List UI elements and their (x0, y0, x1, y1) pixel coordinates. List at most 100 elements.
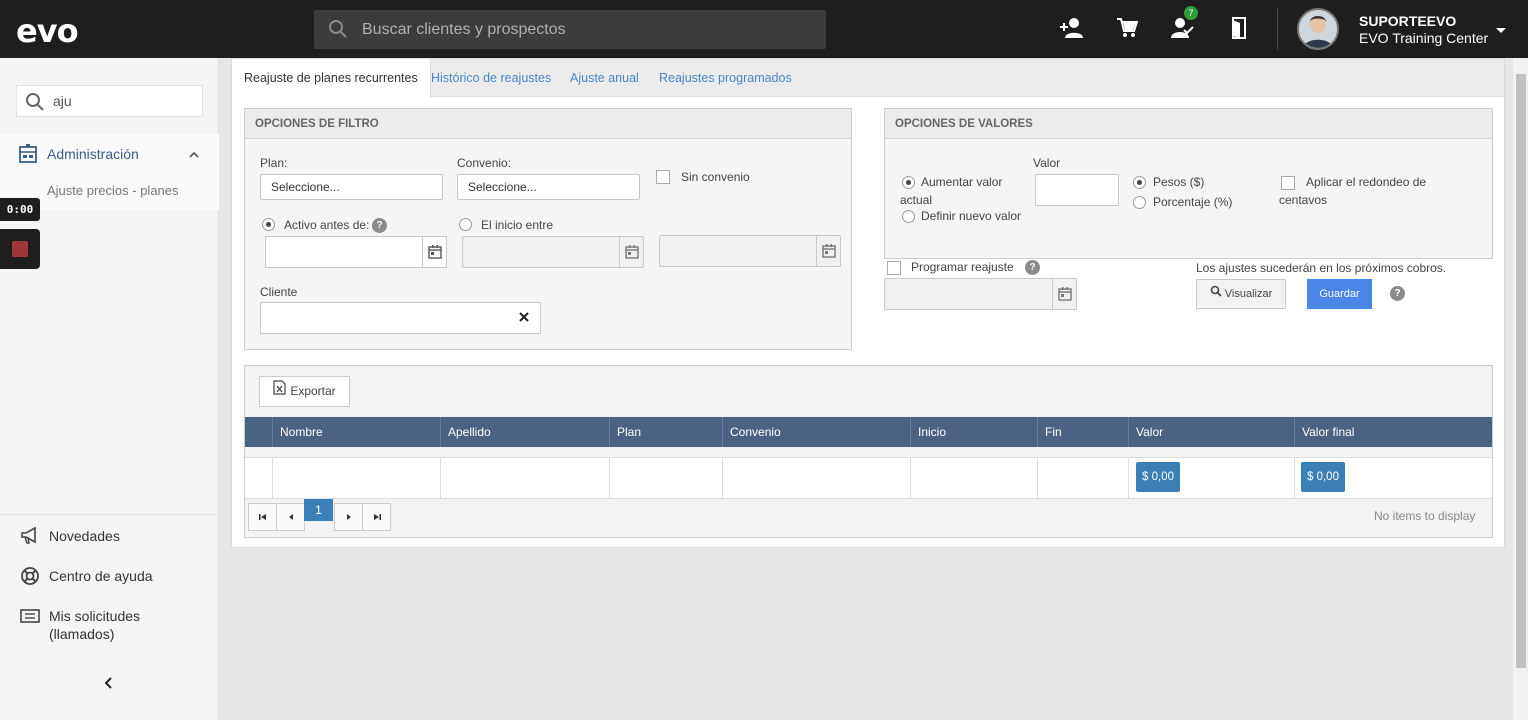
column-header[interactable]: Nombre (272, 417, 440, 447)
porcentaje-radio[interactable] (1133, 196, 1146, 209)
tab-historico-reajustes[interactable]: Histórico de reajustes (419, 59, 563, 97)
activo-antes-radio[interactable] (262, 218, 275, 231)
grid-cell (440, 458, 441, 498)
excel-icon (273, 377, 286, 406)
tab-ajuste-anual[interactable]: Ajuste anual (558, 59, 651, 97)
search-icon (1210, 280, 1222, 308)
chevron-down-icon[interactable] (1495, 24, 1507, 38)
column-header[interactable]: Valor (1128, 417, 1294, 447)
values-panel: OPCIONES DE VALORES Valor Aumentar valor… (884, 108, 1493, 259)
redondeo-checkbox[interactable] (1281, 176, 1295, 190)
chevron-up-icon[interactable] (188, 148, 200, 162)
page-number[interactable]: 1 (304, 499, 333, 521)
help-icon[interactable]: ? (1390, 286, 1405, 301)
sidebar-bottom: Novedades Centro de ayuda Mis solicitude… (0, 514, 219, 642)
grid-cell (910, 458, 911, 498)
grid-cell (609, 458, 610, 498)
sidebar-item-label[interactable]: Administración (47, 146, 139, 162)
inicio-entre-label: El inicio entre (481, 218, 554, 232)
user-check-icon[interactable] (1171, 17, 1195, 42)
visualizar-button[interactable]: Visualizar (1196, 279, 1286, 309)
calendar-icon[interactable] (619, 237, 643, 267)
pesos-radio[interactable] (1133, 176, 1146, 189)
notification-badge: 7 (1184, 6, 1198, 20)
grid-cell (1294, 458, 1295, 498)
help-icon[interactable]: ? (1025, 260, 1040, 275)
sidebar-subitem-ajuste-precios[interactable]: Ajuste precios - planes (47, 183, 179, 198)
ajustes-info-text: Los ajustes sucederán en los próximos co… (1196, 261, 1447, 275)
scrollbar-thumb[interactable] (1516, 74, 1526, 668)
valor-input[interactable] (1035, 174, 1119, 206)
definir-valor-radio[interactable] (902, 210, 915, 223)
aumentar-valor-radio[interactable] (902, 176, 915, 189)
sidebar-link-mis-solicitudes[interactable]: Mis solicitudes (llamados) (0, 603, 219, 645)
evo-logo[interactable]: evo (16, 12, 79, 50)
user-org[interactable]: EVO Training Center (1359, 30, 1488, 46)
column-header[interactable]: Fin (1037, 417, 1128, 447)
prev-page-icon[interactable] (276, 503, 305, 531)
cliente-label: Cliente (260, 285, 298, 299)
sidebar-search[interactable] (16, 85, 203, 117)
guardar-button[interactable]: Guardar (1307, 279, 1372, 309)
global-search-input[interactable] (362, 10, 802, 49)
sidebar-link-centro-ayuda[interactable]: Centro de ayuda (0, 563, 219, 593)
timer-badge[interactable]: 0:00 (0, 198, 40, 221)
sidebar-link-novedades[interactable]: Novedades (0, 523, 219, 553)
inicio-hasta-date[interactable] (659, 235, 841, 267)
megaphone-icon (20, 526, 40, 549)
add-person-icon[interactable] (1059, 17, 1085, 42)
programar-reajuste-checkbox[interactable] (887, 261, 901, 275)
pager: 1 (248, 499, 392, 531)
sin-convenio-checkbox[interactable] (656, 170, 670, 184)
next-page-icon[interactable] (334, 503, 363, 531)
column-header[interactable]: Apellido (440, 417, 609, 447)
cart-icon[interactable] (1116, 17, 1139, 42)
inicio-desde-date[interactable] (462, 236, 644, 268)
tab-reajustes-programados[interactable]: Reajustes programados (647, 59, 804, 97)
help-icon[interactable]: ? (372, 218, 387, 233)
exportar-button[interactable]: Exportar (259, 376, 350, 407)
inicio-entre-radio[interactable] (459, 218, 472, 231)
last-page-icon[interactable] (362, 503, 391, 531)
mis-solicitudes-label: Mis solicitudes (llamados) (49, 608, 141, 642)
column-header[interactable]: Inicio (910, 417, 1037, 447)
pesos-label: Pesos ($) (1153, 175, 1205, 189)
porcentaje-label: Porcentaje (%) (1153, 195, 1233, 209)
tab-bar: Reajuste de planes recurrentes Histórico… (232, 59, 1504, 98)
plan-select[interactable]: Seleccione... (260, 174, 443, 200)
activo-antes-label: Activo antes de: (284, 218, 370, 232)
convenio-select[interactable]: Seleccione... (457, 174, 640, 200)
column-header[interactable]: Convenio (722, 417, 910, 447)
calendar-icon[interactable] (1052, 279, 1076, 309)
top-bar: evo 7 SUPORTEEVO EVO Training Center (0, 0, 1528, 58)
table-row[interactable]: $ 0,00 $ 0,00 (245, 457, 1492, 499)
calendar-icon[interactable] (422, 237, 446, 267)
avatar[interactable] (1297, 8, 1339, 50)
close-icon[interactable] (518, 311, 530, 326)
door-exit-icon[interactable] (1230, 17, 1248, 42)
grid-cell (272, 458, 273, 498)
global-search[interactable] (314, 10, 826, 49)
activo-antes-date[interactable] (265, 236, 447, 268)
user-name[interactable]: SUPORTEEVO (1359, 13, 1456, 29)
main-panel: Reajuste de planes recurrentes Histórico… (231, 58, 1505, 548)
filter-panel: OPCIONES DE FILTRO Plan: Seleccione... C… (244, 108, 852, 350)
chevron-left-icon[interactable] (103, 676, 115, 693)
plan-label: Plan: (260, 156, 288, 170)
column-header[interactable]: Plan (609, 417, 722, 447)
grid-cell (1128, 458, 1129, 498)
column-header[interactable]: Valor final (1294, 417, 1492, 447)
ticket-icon (20, 606, 40, 629)
record-button[interactable] (0, 229, 40, 269)
calendar-icon[interactable] (816, 236, 840, 266)
exportar-label: Exportar (290, 384, 336, 398)
centro-ayuda-label: Centro de ayuda (49, 568, 153, 584)
cliente-input[interactable] (260, 302, 541, 334)
tab-reajuste-planes[interactable]: Reajuste de planes recurrentes (232, 59, 431, 98)
programar-date[interactable] (884, 278, 1077, 310)
sidebar-search-input[interactable] (53, 86, 193, 116)
sin-convenio-label: Sin convenio (681, 170, 750, 184)
sidebar: Administración Ajuste precios - planes N… (0, 58, 219, 720)
values-panel-title: OPCIONES DE VALORES (885, 109, 1492, 139)
first-page-icon[interactable] (248, 503, 277, 531)
